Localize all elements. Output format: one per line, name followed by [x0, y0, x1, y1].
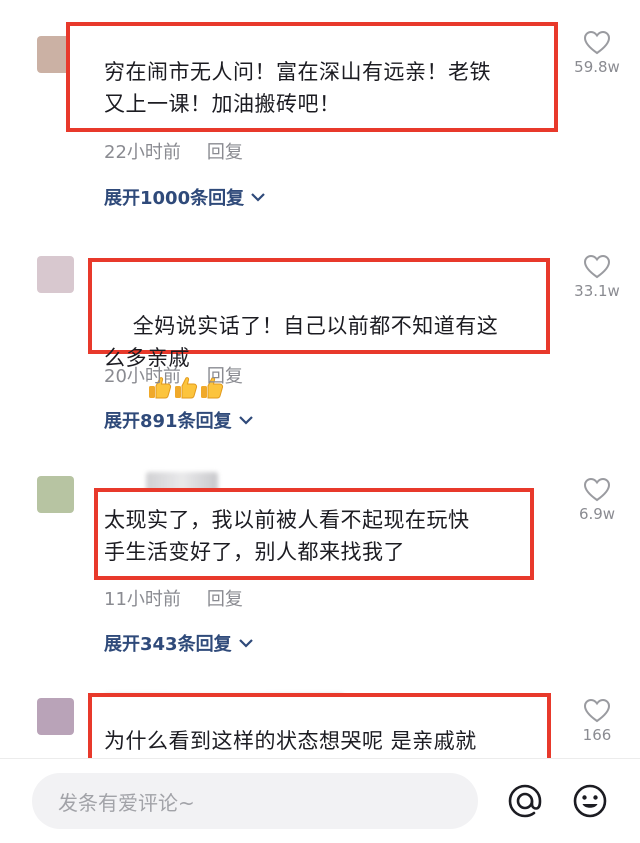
- comment-text: 穷在闹市无人问！富在深山有远亲！老铁 又上一课！加油搬砖吧！: [104, 60, 491, 116]
- chevron-down-icon: [251, 193, 265, 202]
- comment-meta: 11小时前 回复: [104, 585, 243, 611]
- expand-replies-label: 展开891条回复: [104, 411, 232, 432]
- like-button[interactable]: 59.8w: [572, 30, 622, 76]
- chevron-down-icon: [238, 639, 253, 648]
- expand-replies-link[interactable]: 展开1000条回复: [104, 184, 266, 210]
- comment-time: 11小时前: [104, 589, 181, 610]
- comment-input-placeholder: 发条有爱评论~: [58, 791, 195, 815]
- expand-replies-link[interactable]: 展开343条回复: [104, 630, 254, 656]
- like-button[interactable]: 166: [572, 698, 622, 744]
- comment-text: 太现实了，我以前被人看不起现在玩快 手生活变好了，别人都来找我了: [104, 508, 470, 564]
- avatar[interactable]: [37, 698, 74, 735]
- heart-outline-icon: [583, 30, 611, 55]
- comment-meta: 22小时前 回复: [104, 138, 243, 164]
- comment-text: 为什么看到这样的状态想哭呢 是亲戚就: [104, 729, 477, 753]
- reply-button[interactable]: 回复: [207, 585, 243, 611]
- like-button[interactable]: 33.1w: [572, 254, 622, 300]
- expand-replies-link[interactable]: 展开891条回复: [104, 407, 254, 433]
- comment-input-bar: 发条有爱评论~: [0, 758, 640, 843]
- like-count: 166: [582, 726, 612, 744]
- reply-button[interactable]: 回复: [207, 362, 243, 388]
- comment-meta: 20小时前 回复: [104, 362, 243, 388]
- expand-replies-label: 展开343条回复: [104, 634, 232, 655]
- comment-input[interactable]: 发条有爱评论~: [32, 773, 478, 829]
- chevron-down-icon: [238, 416, 253, 425]
- comment-time: 20小时前: [104, 366, 181, 387]
- smiley-icon[interactable]: [570, 781, 610, 821]
- at-icon[interactable]: [505, 781, 545, 821]
- heart-outline-icon: [583, 477, 611, 502]
- like-count: 59.8w: [574, 58, 620, 76]
- like-count: 33.1w: [574, 282, 620, 300]
- reply-button[interactable]: 回复: [207, 138, 243, 164]
- avatar[interactable]: [37, 476, 74, 513]
- heart-outline-icon: [583, 254, 611, 279]
- comment-time: 22小时前: [104, 142, 181, 163]
- like-count: 6.9w: [578, 505, 616, 523]
- expand-replies-label: 展开1000条回复: [104, 188, 245, 209]
- heart-outline-icon: [583, 698, 611, 723]
- avatar[interactable]: [37, 256, 74, 293]
- like-button[interactable]: 6.9w: [572, 477, 622, 523]
